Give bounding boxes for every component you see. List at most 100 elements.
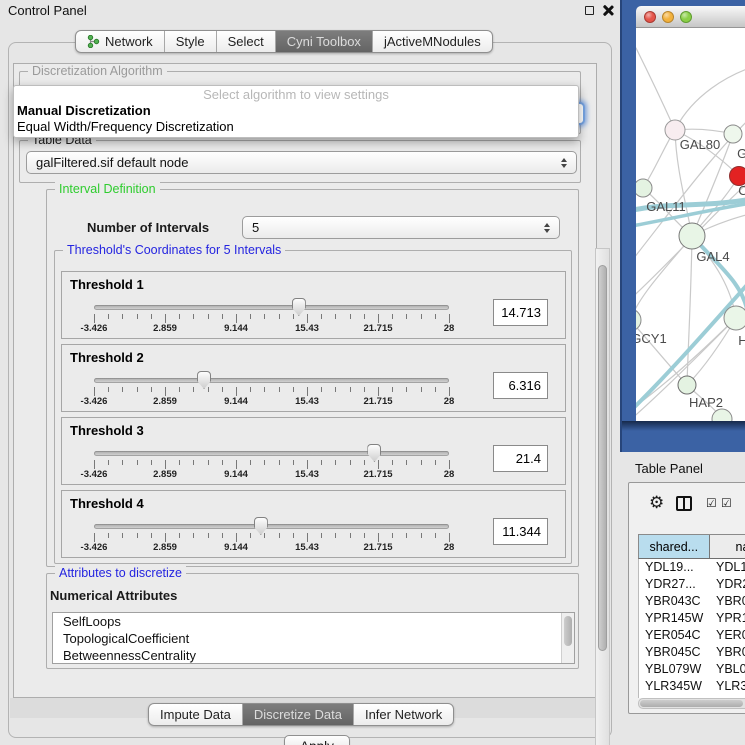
- table-row[interactable]: YPR145WYPR145W: [639, 610, 745, 627]
- settings-scrollbar[interactable]: [595, 248, 610, 745]
- threshold-value-field[interactable]: 6.316: [493, 372, 548, 399]
- combo-stepper-icon: [539, 223, 555, 233]
- table-row[interactable]: YER054CYER054C: [639, 627, 745, 644]
- threshold-value-field[interactable]: 14.713: [493, 299, 548, 326]
- table-row[interactable]: YBR043CYBR043C: [639, 593, 745, 610]
- combo-stepper-icon: [556, 158, 572, 168]
- attribute-item-selfloops[interactable]: SelfLoops: [53, 613, 574, 630]
- tab-infer-network[interactable]: Infer Network: [353, 704, 453, 725]
- network-edge[interactable]: [636, 48, 675, 130]
- tab-style[interactable]: Style: [164, 31, 216, 52]
- top-tabs: Network Style Select Cyni Toolbox jActiveMNo…: [75, 30, 493, 53]
- cell-name: YLR345W: [710, 678, 745, 695]
- network-node[interactable]: [636, 179, 652, 197]
- interval-definition-group: Interval Definition Number of Intervals …: [46, 189, 579, 567]
- table-row[interactable]: YBR045CYBR045C: [639, 644, 745, 661]
- network-window-titlebar[interactable]: [636, 6, 745, 28]
- threshold-label: Threshold 1: [70, 277, 144, 292]
- tab-discretize-data[interactable]: Discretize Data: [242, 704, 353, 725]
- network-icon: [87, 35, 100, 48]
- slider-track[interactable]: [94, 378, 449, 383]
- cell-shared-name: YBL079W: [639, 661, 710, 678]
- threshold-label: Threshold 3: [70, 423, 144, 438]
- close-light[interactable]: [644, 11, 656, 23]
- network-node[interactable]: [679, 223, 705, 249]
- cell-name: YBR045C: [710, 644, 745, 661]
- column-header-shared[interactable]: shared...: [639, 535, 710, 558]
- apply-button[interactable]: Apply: [284, 735, 350, 745]
- table-row[interactable]: YDL19...YDL19...: [639, 559, 745, 576]
- threshold-panel-3: Threshold 3-3.4262.8599.14415.4321.71528…: [61, 417, 566, 485]
- table-rows: YDL19...YDL19...YDR27...YDR27...YBR043CY…: [638, 559, 745, 698]
- threshold-value-field[interactable]: 21.4: [493, 445, 548, 472]
- slider-track[interactable]: [94, 451, 449, 456]
- cell-name: YBR043C: [710, 593, 745, 610]
- table-hscrollbar-thumb[interactable]: [640, 700, 743, 707]
- attribute-item-betweennesscentrality[interactable]: BetweennessCentrality: [53, 647, 574, 664]
- tab-label: Cyni Toolbox: [287, 34, 361, 49]
- cell-name: YDR27...: [710, 576, 745, 593]
- column-header-na[interactable]: na: [710, 535, 745, 558]
- network-edge[interactable]: [675, 63, 745, 130]
- screen: Control Panel Network Style Select Cyni Too…: [0, 0, 745, 745]
- table-row[interactable]: YDR27...YDR27...: [639, 576, 745, 593]
- checkbox-icon[interactable]: ☑: [721, 496, 732, 510]
- discretization-algorithm-title: Discretization Algorithm: [28, 64, 167, 78]
- network-canvas[interactable]: GAL80G.CGAL11GAL4GCY1HHAP2: [636, 28, 745, 421]
- network-edge[interactable]: [636, 236, 692, 320]
- dropdown-option-equal-width-frequency-discretization[interactable]: Equal Width/Frequency Discretization: [14, 119, 578, 135]
- checkbox-icon[interactable]: ☑: [706, 496, 717, 510]
- minimize-light[interactable]: [662, 11, 674, 23]
- table-row[interactable]: YBL079WYBL079W: [639, 661, 745, 678]
- table-data-combo[interactable]: galFiltered.sif default node: [26, 151, 577, 174]
- settings-panel: Discretization Algorithm Select algorith…: [13, 63, 597, 698]
- node-label-gal80: GAL80: [680, 137, 720, 152]
- tab-select[interactable]: Select: [216, 31, 275, 52]
- settings-scrollbar-thumb[interactable]: [598, 265, 607, 651]
- list-scrollbar-thumb[interactable]: [564, 616, 572, 646]
- network-node[interactable]: [678, 376, 696, 394]
- dropdown-prompt: Select algorithm to view settings: [14, 86, 578, 103]
- gear-icon[interactable]: ⚙: [649, 494, 664, 511]
- attribute-item-topologicalcoefficient[interactable]: TopologicalCoefficient: [53, 630, 574, 647]
- dropdown-option-manual-discretization[interactable]: Manual Discretization: [14, 103, 578, 119]
- cell-shared-name: YBR043C: [639, 593, 710, 610]
- thresholds-group-title: Threshold's Coordinates for 5 Intervals: [63, 243, 285, 257]
- tab-network[interactable]: Network: [76, 31, 164, 52]
- frame-shadow: [622, 421, 745, 431]
- network-edge[interactable]: [636, 320, 687, 385]
- tab-impute-data[interactable]: Impute Data: [149, 704, 242, 725]
- table-header: shared...na: [638, 534, 745, 559]
- slider-ticks: [94, 460, 449, 469]
- panel-title: Control Panel: [8, 3, 87, 18]
- cell-shared-name: YLR345W: [639, 678, 710, 695]
- slider-tick-labels: -3.4262.8599.14415.4321.71528: [94, 323, 449, 335]
- cell-shared-name: YDL19...: [639, 559, 710, 576]
- close-icon[interactable]: [602, 4, 614, 16]
- tab-jactivemnodules[interactable]: jActiveMNodules: [372, 31, 492, 52]
- slider-tick-labels: -3.4262.8599.14415.4321.71528: [94, 542, 449, 554]
- network-node[interactable]: [636, 309, 641, 331]
- network-node[interactable]: [724, 125, 742, 143]
- table-hscrollbar[interactable]: [638, 698, 745, 709]
- split-columns-icon[interactable]: [676, 496, 692, 511]
- list-scrollbar[interactable]: [561, 613, 574, 663]
- cell-name: YBL079W: [710, 661, 745, 678]
- zoom-light[interactable]: [680, 11, 692, 23]
- threshold-value-field[interactable]: 11.344: [493, 518, 548, 545]
- table-panel-title: Table Panel: [635, 461, 703, 476]
- slider-tick-labels: -3.4262.8599.14415.4321.71528: [94, 396, 449, 408]
- float-window-icon[interactable]: [585, 6, 594, 15]
- tab-cyni-toolbox[interactable]: Cyni Toolbox: [275, 31, 372, 52]
- network-view-frame: GAL80G.CGAL11GAL4GCY1HHAP2: [620, 0, 745, 452]
- network-node[interactable]: [724, 306, 745, 330]
- slider-track[interactable]: [94, 305, 449, 310]
- slider-ticks: [94, 314, 449, 323]
- threshold-panel-1: Threshold 1 -3.4262.8599.14415.4321.71528…: [61, 271, 566, 339]
- table-row[interactable]: YLR345WYLR345W: [639, 678, 745, 695]
- threshold-panel-2: Threshold 2-3.4262.8599.14415.4321.71528…: [61, 344, 566, 412]
- number-of-intervals-combo[interactable]: 5: [242, 216, 560, 239]
- network-window: GAL80G.CGAL11GAL4GCY1HHAP2: [636, 6, 745, 421]
- slider-track[interactable]: [94, 524, 449, 529]
- tab-label: Style: [176, 34, 205, 49]
